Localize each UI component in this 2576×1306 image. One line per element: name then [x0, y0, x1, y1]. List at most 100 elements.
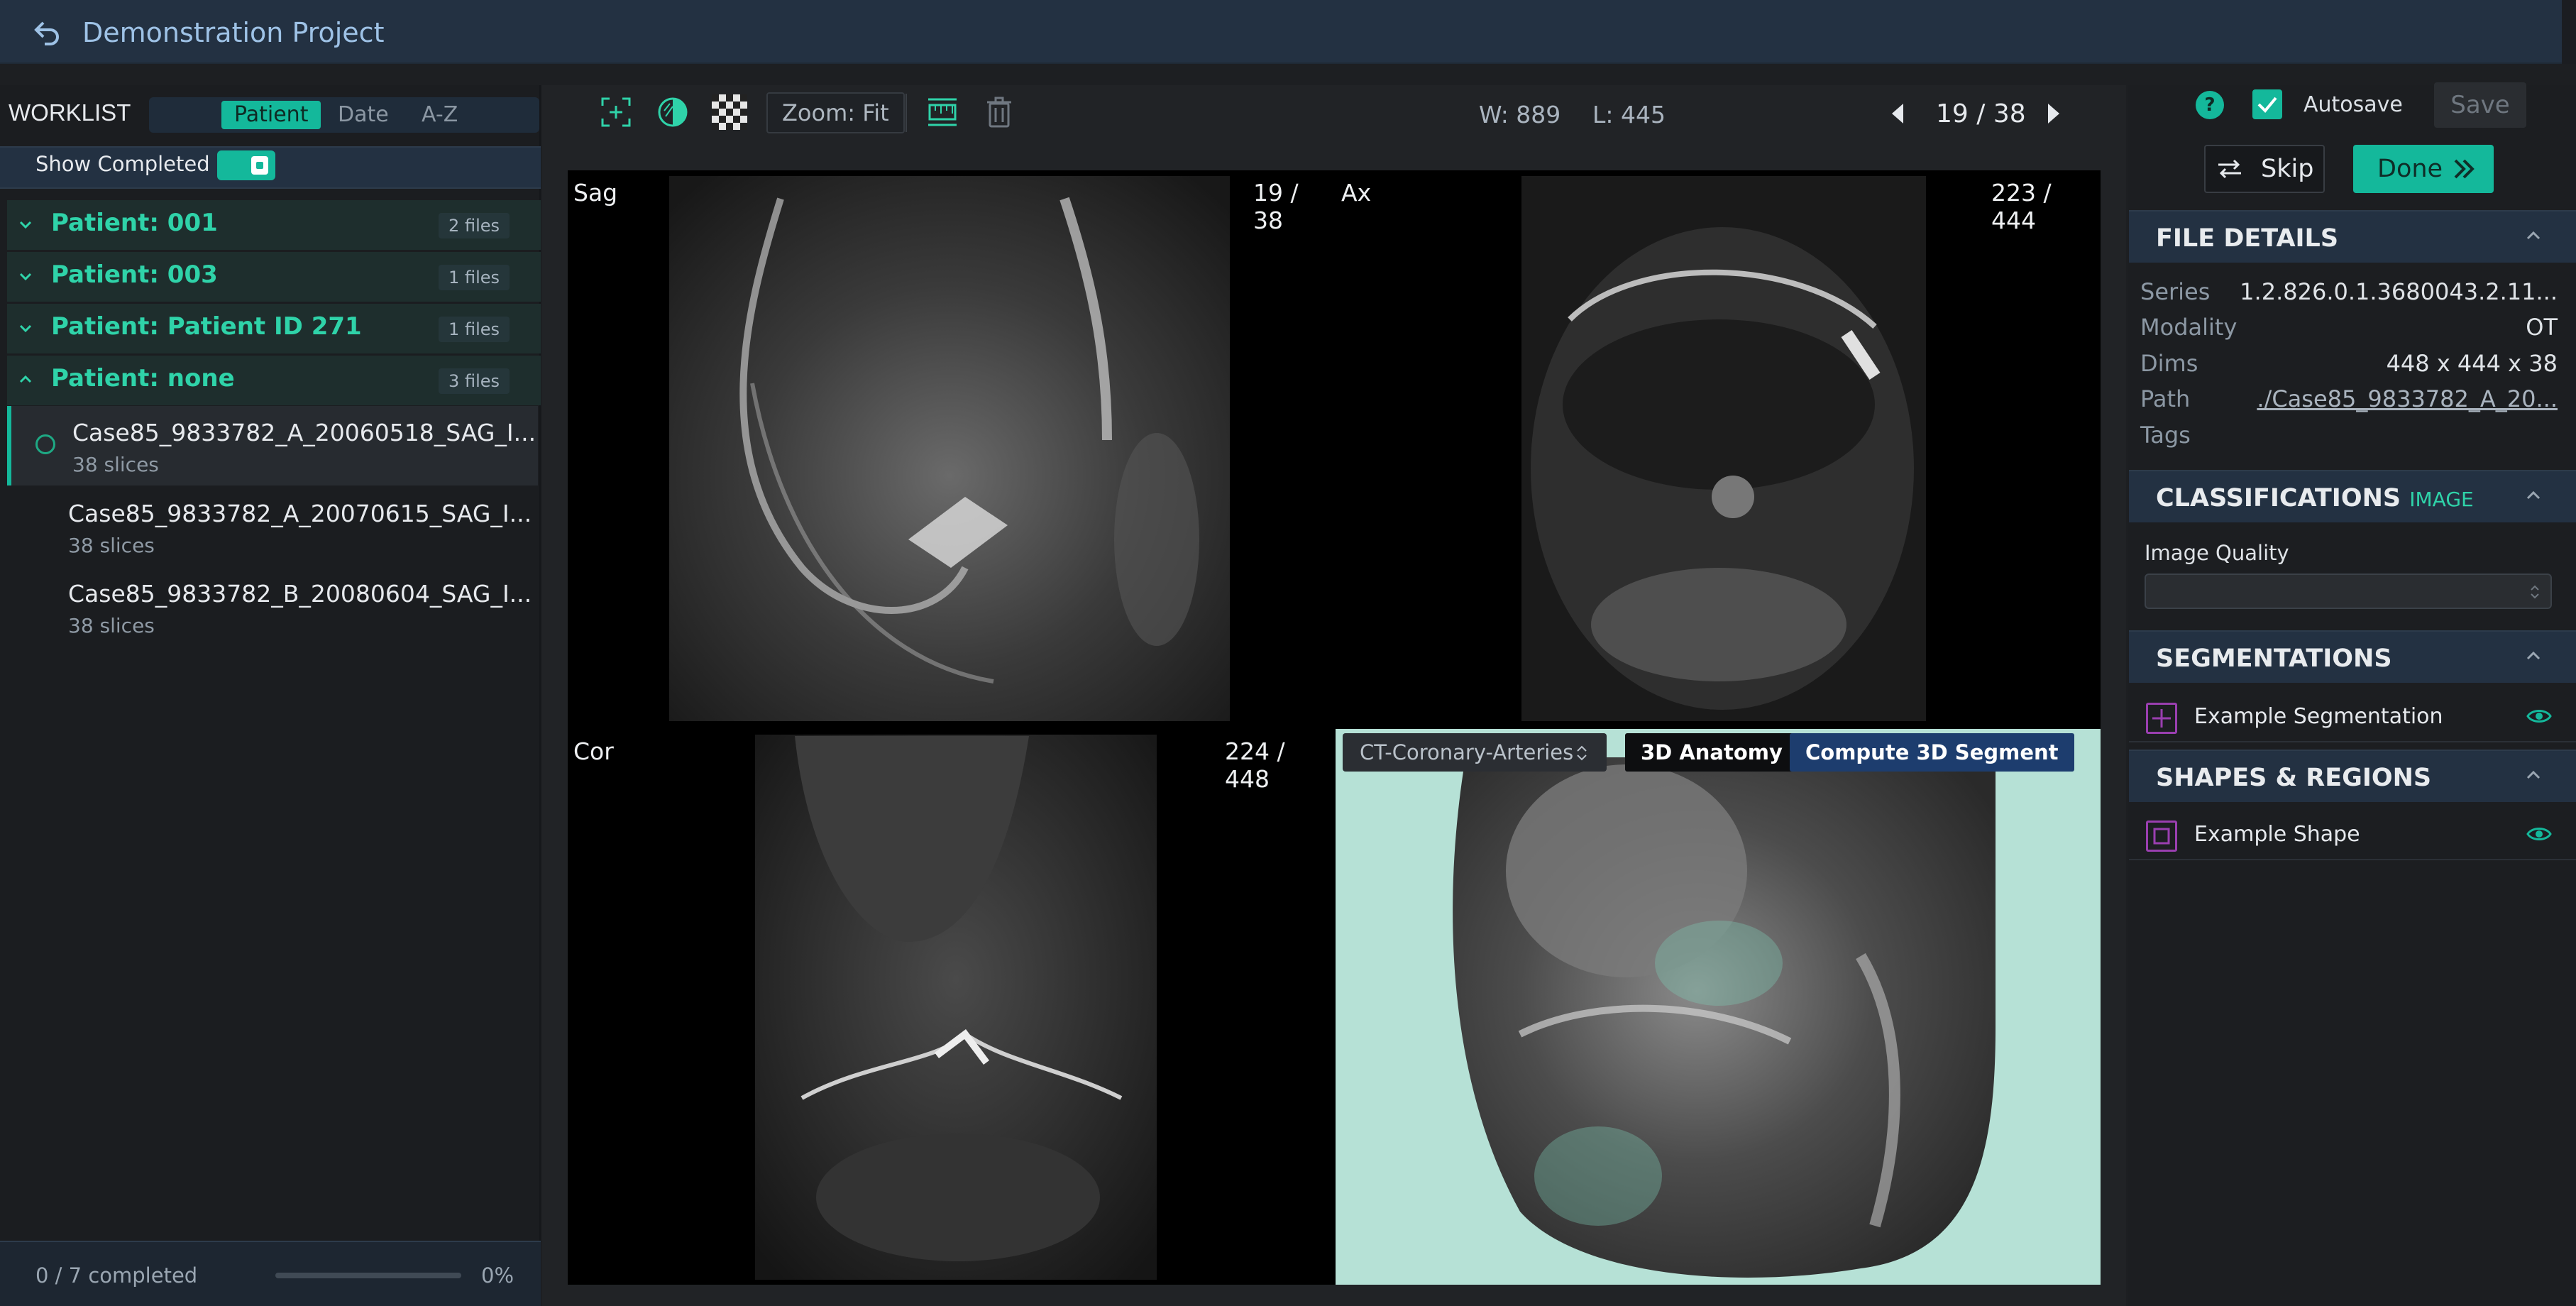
image-quality-label: Image Quality	[2145, 541, 2289, 565]
series-value: 1.2.826.0.1.3680043.2.11...	[2240, 278, 2558, 305]
worklist-title: WORKLIST	[9, 99, 131, 126]
viewport-counter: 223 / 444	[1991, 179, 2052, 234]
shape-label: Example Shape	[2194, 822, 2360, 847]
classifications-header[interactable]: CLASSIFICATIONS IMAGE	[2129, 470, 2576, 522]
crosshair-tool-button[interactable]	[596, 92, 636, 132]
sort-date-button[interactable]: Date	[325, 101, 402, 129]
viewport-counter: 224 / 448	[1225, 737, 1285, 793]
path-link[interactable]: ./Case85_9833782_A_20...	[2257, 385, 2558, 412]
measure-tool-button[interactable]	[923, 92, 962, 132]
zoom-fit-button[interactable]: Zoom: Fit	[766, 92, 905, 133]
patient-name: Patient: Patient ID 271	[51, 312, 362, 341]
compute-3d-segment-button[interactable]: Compute 3D Segment	[1790, 733, 2074, 772]
back-button[interactable]	[26, 16, 68, 50]
coronal-viewport[interactable]: Cor 224 / 448	[568, 729, 1334, 1285]
autosave-checkbox[interactable]	[2252, 89, 2282, 119]
viewport-label: Sag	[573, 179, 618, 207]
select-updown-icon	[1577, 745, 1587, 761]
file-slices: 38 slices	[68, 534, 155, 557]
render-preset-select[interactable]: CT-Coronary-Arteries	[1343, 733, 1607, 772]
section-title-wrap: CLASSIFICATIONS IMAGE	[2156, 484, 2474, 512]
square-icon	[2153, 828, 2170, 845]
autosave-label: Autosave	[2303, 92, 2403, 117]
section-title: CLASSIFICATIONS	[2156, 484, 2401, 512]
sort-az-button[interactable]: A-Z	[409, 101, 470, 129]
sagittal-viewport[interactable]: Sag 19 / 38	[568, 170, 1334, 728]
sort-patient-button[interactable]: Patient	[221, 101, 321, 129]
segmentation-label: Example Segmentation	[2194, 704, 2443, 729]
patient-group-001[interactable]: Patient: 001 2 files	[7, 200, 541, 250]
patient-name: Patient: 003	[51, 260, 218, 289]
axial-viewport[interactable]: Ax 223 / 444	[1336, 170, 2101, 728]
file-count-badge: 2 files	[439, 213, 510, 238]
patient-group-271[interactable]: Patient: Patient ID 271 1 files	[7, 304, 541, 353]
toggle-knob	[251, 156, 268, 175]
axial-image	[1521, 176, 1926, 721]
3d-anatomy-button[interactable]: 3D Anatomy	[1625, 733, 1798, 772]
eye-icon[interactable]	[2526, 707, 2552, 725]
viewport-label: Ax	[1341, 179, 1372, 207]
project-title: Demonstration Project	[82, 17, 385, 48]
chevron-up-icon	[19, 375, 32, 383]
segmentations-header[interactable]: SEGMENTATIONS	[2129, 630, 2576, 683]
image-quality-select[interactable]	[2145, 574, 2552, 609]
file-item[interactable]: Case85_9833782_A_20070615_SAG_I... 38 sl…	[7, 487, 538, 566]
checkerboard-tool-button[interactable]	[710, 92, 749, 132]
shapes-regions-header[interactable]: SHAPES & REGIONS	[2129, 750, 2576, 802]
toolbar-divider	[906, 94, 907, 132]
patient-group-003[interactable]: Patient: 003 1 files	[7, 252, 541, 302]
3d-render-image	[1453, 757, 1996, 1278]
crosshair-icon	[601, 97, 631, 127]
project-header	[0, 0, 2562, 64]
file-details-header[interactable]: FILE DETAILS	[2129, 210, 2576, 263]
path-key: Path	[2140, 385, 2191, 412]
previous-slice-button[interactable]	[1888, 99, 1908, 131]
checkmark-icon	[2257, 97, 2277, 113]
file-name: Case85_9833782_B_20080604_SAG_I...	[68, 580, 532, 608]
section-title: SHAPES & REGIONS	[2156, 764, 2432, 792]
save-button[interactable]: Save	[2434, 82, 2526, 128]
next-slice-button[interactable]	[2044, 99, 2064, 131]
chevron-up-icon	[2526, 651, 2541, 660]
chevron-down-icon	[19, 221, 32, 229]
file-count-badge: 1 files	[439, 317, 510, 342]
segmentation-item[interactable]: Example Segmentation	[2129, 690, 2576, 742]
status-circle-icon	[35, 434, 55, 454]
back-arrow-icon	[34, 21, 59, 45]
trash-icon	[987, 97, 1011, 128]
select-updown-icon	[2531, 585, 2539, 599]
show-completed-label: Show Completed	[35, 152, 210, 176]
modality-value: OT	[2526, 314, 2558, 341]
file-slices: 38 slices	[72, 453, 159, 476]
section-subtitle: IMAGE	[2409, 488, 2474, 511]
triangle-right-icon	[2048, 104, 2059, 124]
double-chevron-right-icon	[2454, 159, 2475, 179]
segmentation-color-swatch[interactable]	[2146, 703, 2177, 734]
patient-group-none[interactable]: Patient: none 3 files	[7, 356, 541, 405]
chevron-down-icon	[19, 324, 32, 333]
file-slices: 38 slices	[68, 614, 155, 637]
dims-key: Dims	[2140, 350, 2198, 377]
swap-arrows-icon	[2218, 159, 2241, 179]
window-width: W: 889	[1479, 101, 1561, 128]
dims-value: 448 x 444 x 38	[2386, 350, 2558, 377]
chevron-up-icon	[2526, 231, 2541, 240]
viewport-label: Cor	[573, 737, 614, 765]
eye-icon[interactable]	[2526, 825, 2552, 843]
contrast-tool-button[interactable]	[653, 92, 693, 132]
delete-tool-button[interactable]	[979, 92, 1019, 132]
ruler-icon	[928, 98, 957, 126]
sagittal-image	[669, 176, 1230, 721]
chevron-up-icon	[2526, 490, 2541, 500]
file-item-selected[interactable]: Case85_9833782_A_20060518_SAG_I... 38 sl…	[7, 406, 538, 485]
patient-name: Patient: 001	[51, 209, 218, 237]
chevron-up-icon	[2526, 770, 2541, 779]
section-title: FILE DETAILS	[2156, 224, 2339, 253]
file-item[interactable]: Case85_9833782_B_20080604_SAG_I... 38 sl…	[7, 567, 538, 647]
shape-color-swatch[interactable]	[2146, 821, 2177, 852]
shape-item[interactable]: Example Shape	[2129, 808, 2576, 860]
slice-counter: 19 / 38	[1936, 99, 2026, 128]
progress-bar	[275, 1273, 461, 1278]
3d-viewport[interactable]	[1336, 729, 2101, 1285]
help-icon[interactable]: ?	[2196, 91, 2224, 119]
